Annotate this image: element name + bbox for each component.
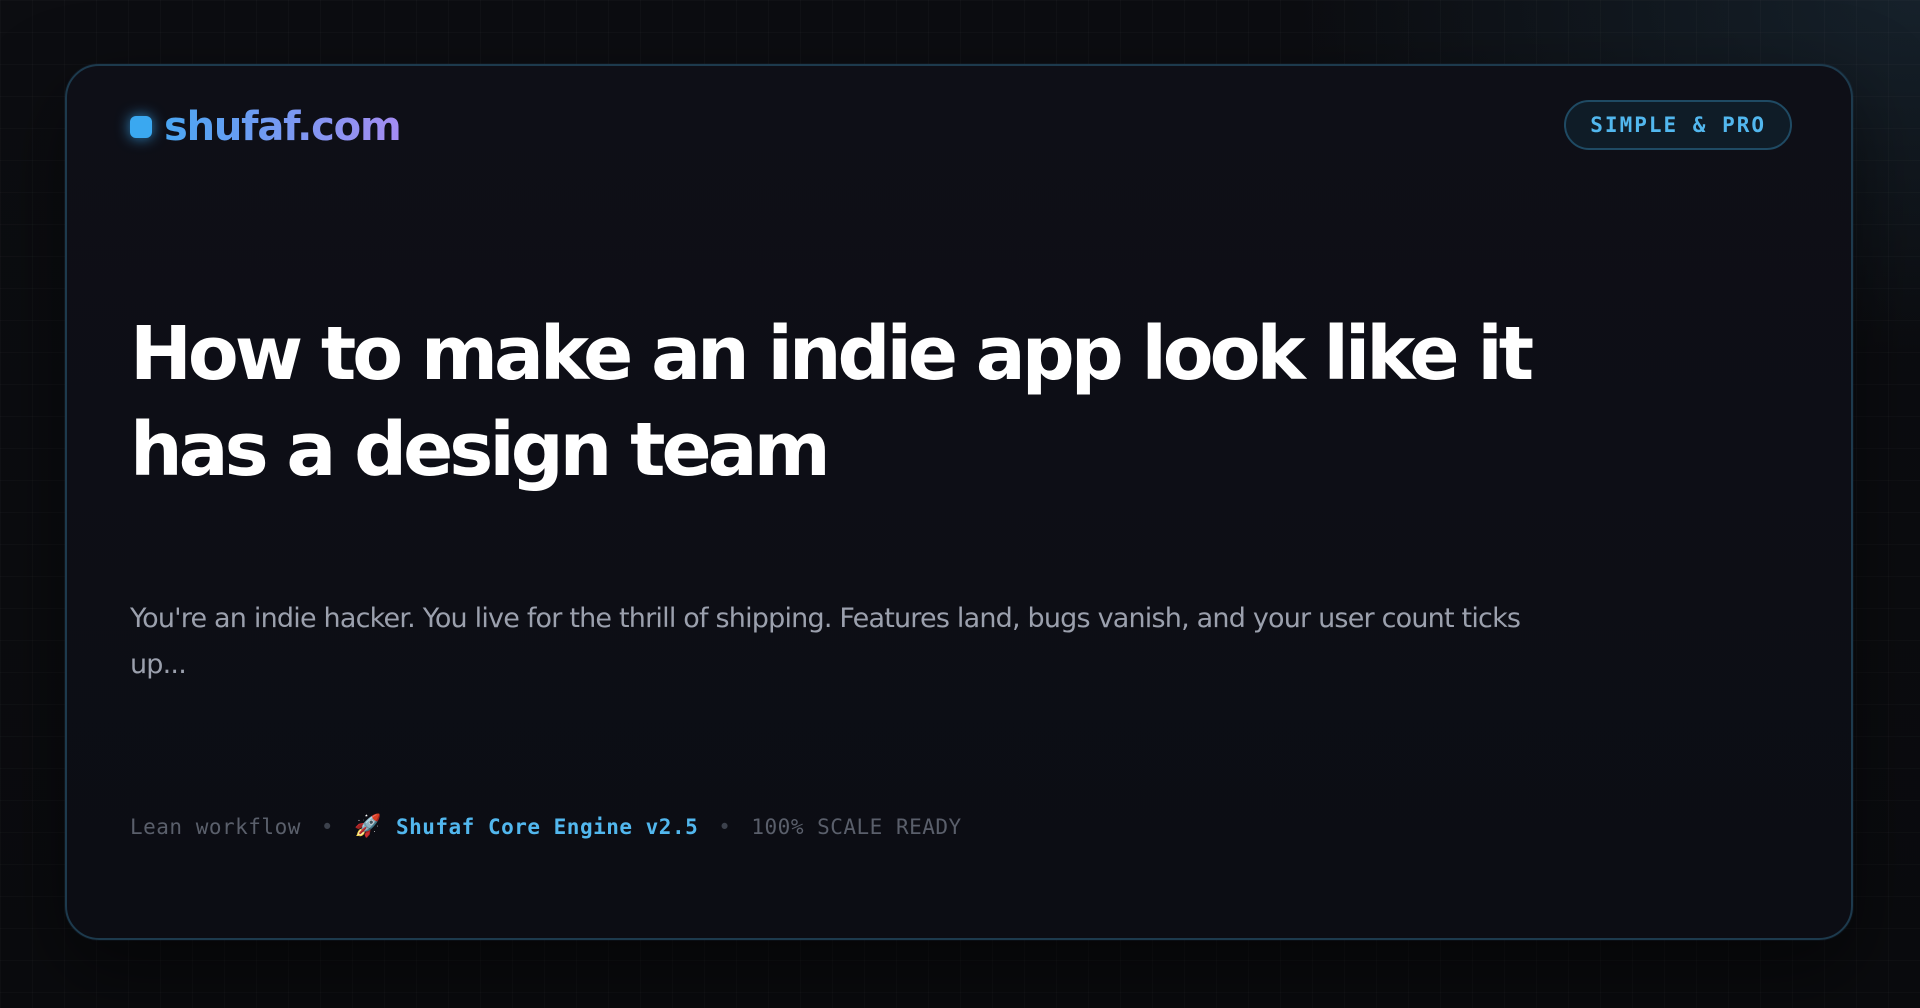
- brand-dot-icon: [130, 116, 152, 138]
- meta-workflow: Lean workflow: [130, 814, 301, 839]
- simple-pro-badge: SIMPLE & PRO: [1564, 100, 1792, 150]
- post-excerpt: You're an indie hacker. You live for the…: [130, 603, 1521, 680]
- post-meta: Lean workflow • 🚀 Shufaf Core Engine v2.…: [130, 814, 962, 839]
- rocket-icon: 🚀: [354, 814, 382, 839]
- meta-scale: 100% SCALE READY: [751, 814, 962, 839]
- post-title: How to make an indie app look like it ha…: [130, 311, 1534, 493]
- post-card[interactable]: [65, 64, 1853, 940]
- brand-logo[interactable]: shufaf.com: [130, 104, 402, 150]
- meta-separator: •: [718, 814, 732, 839]
- meta-engine: Shufaf Core Engine v2.5: [395, 814, 699, 839]
- meta-separator: •: [320, 814, 335, 839]
- brand-name: shufaf.com: [164, 104, 402, 150]
